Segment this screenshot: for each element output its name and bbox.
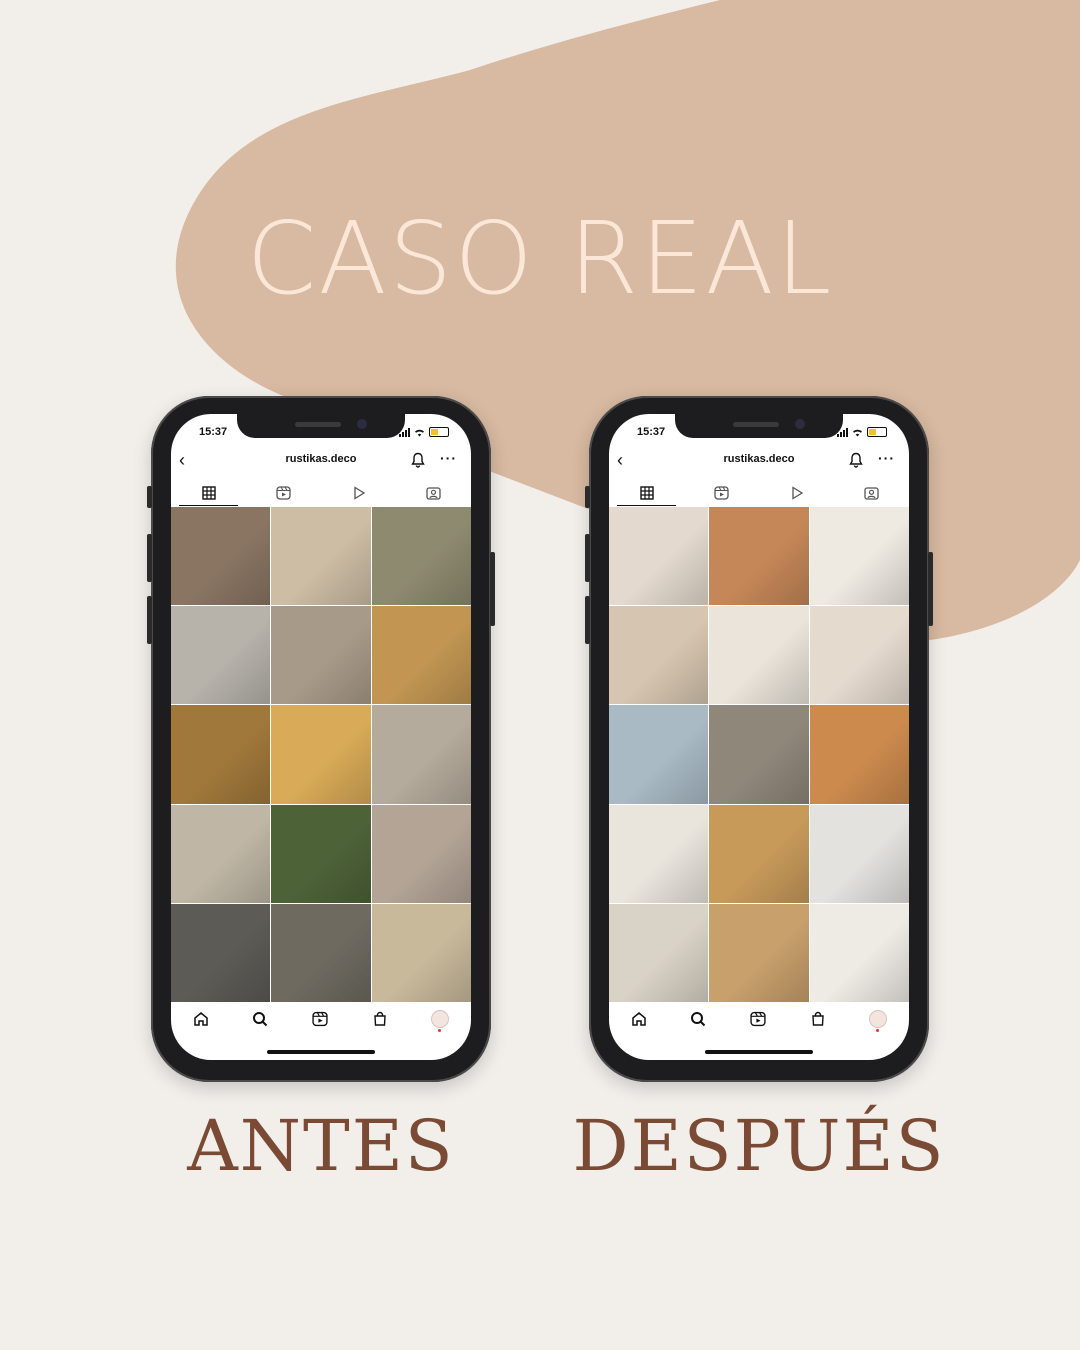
bottom-nav [609, 1004, 909, 1034]
post-thumbnail[interactable] [709, 804, 809, 903]
status-time: 15:37 [637, 426, 666, 438]
bell-icon[interactable] [411, 452, 425, 468]
post-thumbnail[interactable] [709, 705, 809, 804]
search-icon[interactable] [252, 1011, 268, 1027]
post-thumbnail[interactable] [171, 705, 271, 804]
tagged-icon [864, 487, 879, 500]
shop-icon[interactable] [372, 1011, 388, 1027]
post-thumbnail[interactable] [609, 804, 709, 903]
post-thumbnail[interactable] [271, 705, 371, 804]
post-thumbnail[interactable] [709, 903, 809, 1002]
profile-avatar[interactable] [869, 1010, 888, 1032]
post-thumbnail[interactable] [609, 903, 709, 1002]
post-thumbnail[interactable] [709, 606, 809, 705]
caption-after: DESPUÉS [572, 1105, 946, 1187]
shop-icon[interactable] [810, 1011, 826, 1027]
bell-icon[interactable] [849, 452, 863, 468]
grid-icon [201, 486, 216, 500]
reels-icon[interactable] [750, 1011, 766, 1027]
battery-icon [429, 427, 449, 437]
tab-reels[interactable] [246, 480, 321, 506]
more-icon[interactable]: ··· [440, 450, 457, 466]
phone-screen: 15:37 ‹ rustikas.deco ··· [609, 414, 909, 1060]
post-thumbnail[interactable] [371, 606, 471, 705]
headline: CASO REAL [246, 200, 834, 317]
wifi-icon [415, 429, 424, 436]
profile-avatar[interactable] [431, 1010, 450, 1032]
phone-before: 15:37 ‹ rustikas.deco ··· [147, 396, 495, 1082]
tab-grid[interactable] [171, 480, 246, 506]
play-icon [353, 486, 365, 500]
battery-icon [867, 427, 887, 437]
reels-icon [714, 486, 729, 500]
post-thumbnail[interactable] [609, 705, 709, 804]
home-icon[interactable] [631, 1011, 647, 1027]
tab-grid[interactable] [609, 480, 684, 506]
phone-screen: 15:37 ‹ rustikas.deco ··· [171, 414, 471, 1060]
post-thumbnail[interactable] [371, 705, 471, 804]
home-icon[interactable] [193, 1011, 209, 1027]
post-thumbnail[interactable] [609, 507, 709, 606]
post-thumbnail[interactable] [609, 606, 709, 705]
post-thumbnail[interactable] [171, 903, 271, 1002]
tagged-icon [426, 487, 441, 500]
post-thumbnail[interactable] [271, 903, 371, 1002]
tab-tagged[interactable] [396, 480, 471, 506]
post-thumbnail[interactable] [809, 705, 909, 804]
profile-name: rustikas.deco [285, 453, 357, 465]
post-thumbnail[interactable] [809, 804, 909, 903]
profile-name: rustikas.deco [723, 453, 795, 465]
post-thumbnail[interactable] [371, 507, 471, 606]
tab-videos[interactable] [759, 480, 834, 506]
post-thumbnail[interactable] [171, 804, 271, 903]
tab-tagged[interactable] [834, 480, 909, 506]
post-thumbnail[interactable] [271, 507, 371, 606]
post-grid [171, 507, 471, 1002]
post-thumbnail[interactable] [371, 804, 471, 903]
post-thumbnail[interactable] [271, 606, 371, 705]
caption-before: ANTES [187, 1105, 455, 1187]
post-thumbnail[interactable] [371, 903, 471, 1002]
wifi-icon [853, 429, 862, 436]
status-time: 15:37 [199, 426, 228, 438]
post-thumbnail[interactable] [809, 507, 909, 606]
post-thumbnail[interactable] [809, 903, 909, 1002]
post-thumbnail[interactable] [709, 507, 809, 606]
search-icon[interactable] [690, 1011, 706, 1027]
post-thumbnail[interactable] [271, 804, 371, 903]
post-thumbnail[interactable] [171, 507, 271, 606]
home-indicator [267, 1050, 375, 1054]
more-icon[interactable]: ··· [878, 450, 895, 466]
reels-icon [276, 486, 291, 500]
phone-after: 15:37 ‹ rustikas.deco ··· [585, 396, 933, 1082]
tab-videos[interactable] [321, 480, 396, 506]
reels-icon[interactable] [312, 1011, 328, 1027]
bottom-nav [171, 1004, 471, 1034]
play-icon [791, 486, 803, 500]
post-thumbnail[interactable] [171, 606, 271, 705]
tab-reels[interactable] [684, 480, 759, 506]
post-grid [609, 507, 909, 1002]
post-thumbnail[interactable] [809, 606, 909, 705]
grid-icon [639, 486, 654, 500]
home-indicator [705, 1050, 813, 1054]
